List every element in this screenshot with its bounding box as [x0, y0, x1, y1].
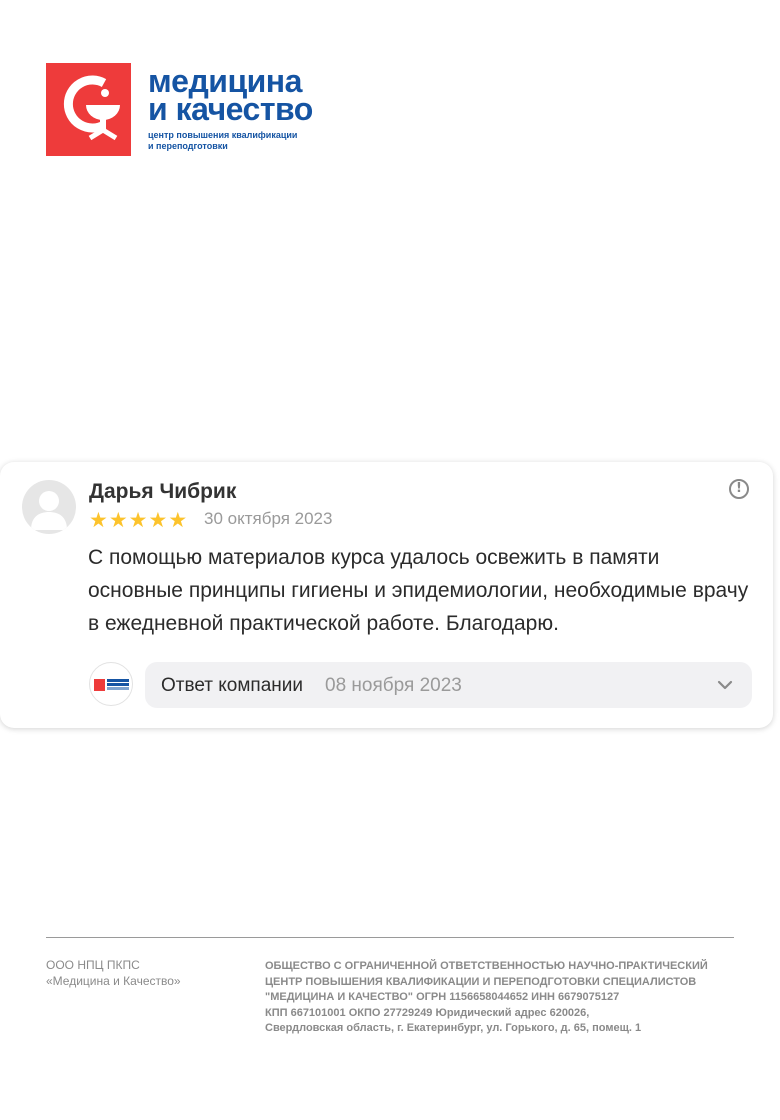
footer-legal-line: Свердловская область, г. Екатеринбург, у…: [265, 1022, 642, 1034]
footer-left-line1: ООО НПЦ ПКПС: [46, 958, 140, 972]
logo-wordmark: медицина и качество центр повышения квал…: [148, 65, 318, 152]
company-logo: медицина и качество центр повышения квал…: [46, 63, 318, 156]
chevron-down-icon[interactable]: [716, 676, 734, 699]
review-text: С помощью материалов курса удалось освеж…: [88, 546, 749, 635]
footer-legal-line: ЦЕНТР ПОВЫШЕНИЯ КВАЛИФИКАЦИИ И ПЕРЕПОДГО…: [265, 975, 697, 988]
reply-date: 08 ноября 2023: [325, 675, 462, 696]
review-author[interactable]: Дарья Чибрик: [89, 480, 236, 504]
footer-legal-line: ОБЩЕСТВО С ОГРАНИЧЕННОЙ ОТВЕТСТВЕННОСТЬЮ…: [265, 960, 708, 972]
company-logo-mini-wordmark: [107, 679, 129, 682]
footer-legal-line: КПП 667101001 ОКПО 27729249 Юридический …: [265, 1006, 590, 1019]
logo-title-line2: и качество: [148, 91, 313, 127]
reply-label: Ответ компании: [161, 675, 304, 696]
review-date: 30 октября 2023: [204, 509, 333, 528]
company-avatar: [89, 662, 133, 706]
star-icon: ★: [168, 508, 188, 532]
footer-company-name: ООО НПЦ ПКПС «Медицина и Качество»: [46, 957, 181, 989]
star-icon: ★: [89, 508, 108, 532]
footer-divider: [46, 937, 734, 938]
company-logo-mini-icon: [94, 679, 105, 691]
footer-left-line2: «Медицина и Качество»: [46, 974, 181, 988]
logo-subtitle: центр повышения квалификации и переподго…: [148, 130, 318, 152]
rating-stars: ★ ★ ★ ★ ★: [89, 509, 187, 531]
review-card: Дарья Чибрик ★ ★ ★ ★ ★ 30 октября 2023 !…: [0, 462, 773, 728]
footer-legal-details: ОБЩЕСТВО С ОГРАНИЧЕННОЙ ОТВЕТСТВЕННОСТЬЮ…: [265, 959, 740, 1037]
logo-subtitle-line1: центр повышения квалификации: [148, 130, 298, 140]
logo-subtitle-line2: и переподготовки: [148, 141, 228, 151]
star-icon: ★: [128, 508, 148, 532]
star-icon: ★: [108, 508, 128, 532]
bowl-of-hygieia-logo-icon: [46, 63, 131, 156]
user-avatar-icon[interactable]: [22, 480, 76, 534]
footer-legal-line: "МЕДИЦИНА И КАЧЕСТВО" ОГРН 1156658044652…: [265, 991, 620, 1003]
star-icon: ★: [148, 508, 168, 532]
alert-circle-icon[interactable]: !: [729, 479, 749, 499]
company-reply-toggle[interactable]: Ответ компании 08 ноября 2023: [145, 662, 752, 708]
